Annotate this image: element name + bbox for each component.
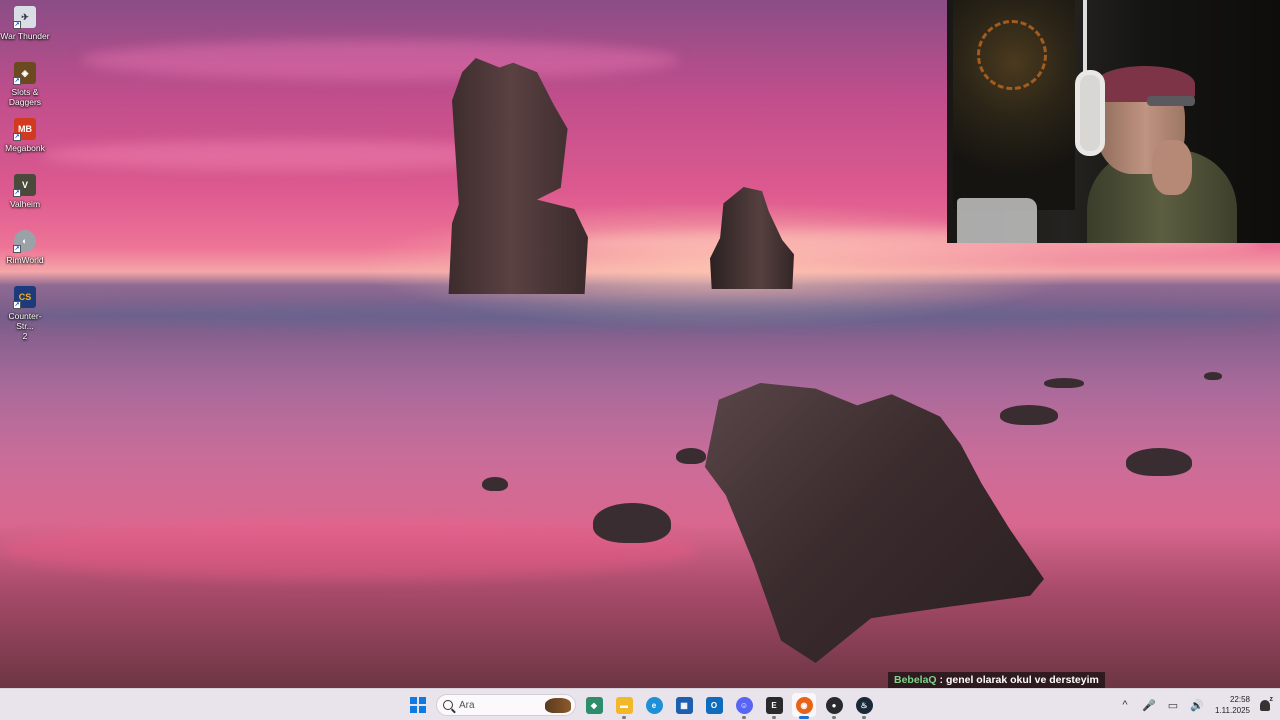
do-not-disturb-bell-icon	[1260, 699, 1270, 711]
webcam-overlay	[947, 0, 1280, 243]
pebble	[676, 448, 706, 464]
discord-icon: ☺	[735, 696, 753, 714]
chat-message: : genel olarak okul ve dersteyim	[936, 674, 1099, 686]
running-indicator	[772, 716, 776, 719]
taskbar-app-discord[interactable]: ☺	[732, 693, 756, 719]
taskbar: ◆ ▬ e ▦ O ☺ E ◉ ● ♨	[0, 688, 1280, 720]
megabonk-icon: MB ↗	[13, 118, 36, 141]
desktop-icon-rimworld[interactable]: ◐ ↗ RimWorld	[0, 230, 50, 265]
taskbar-app-store[interactable]: ▦	[672, 693, 696, 717]
running-indicator	[622, 716, 626, 719]
microphone-icon[interactable]: 🎤	[1139, 695, 1159, 715]
desktop-icon-slots-daggers[interactable]: ◈ ↗ Slots & Daggers	[0, 62, 50, 107]
steam-icon: ♨	[855, 696, 873, 714]
clock-time: 22:58	[1229, 695, 1250, 704]
sea-mist	[0, 300, 1280, 330]
taskbar-app-file-explorer[interactable]: ▬	[612, 693, 636, 719]
system-tray: ^ 🎤 ▭ 🔊 22:58 1.11.2025 z	[1113, 689, 1280, 720]
search-icon	[443, 700, 453, 710]
pebble	[482, 477, 508, 491]
desktop-icon-label: RimWorld	[6, 255, 44, 265]
epic-games-icon: E	[765, 696, 783, 714]
webcam-chair	[957, 198, 1037, 243]
pebble	[1044, 378, 1084, 388]
clock-date: 1.11.2025	[1215, 706, 1250, 715]
store-icon: ▦	[675, 696, 693, 714]
desktop-icon-valheim[interactable]: V ↗ Valheim	[0, 174, 50, 209]
taskbar-app-epic-games[interactable]: E	[762, 693, 786, 719]
cloud-streak	[80, 40, 680, 80]
desktop-icon-label: Counter-Str... 2	[8, 311, 42, 341]
pebble	[1126, 448, 1192, 476]
notifications-button[interactable]: z	[1256, 696, 1274, 714]
foreground-rock	[704, 383, 1044, 663]
war-thunder-icon: ✈ ↗	[13, 6, 36, 29]
sea-stack-left	[448, 58, 588, 294]
search-input[interactable]	[459, 699, 539, 711]
desktop-icon-label: Megabonk	[5, 143, 45, 153]
slots-daggers-icon: ◈ ↗	[13, 62, 36, 85]
taskbar-app-obs[interactable]: ●	[822, 693, 846, 719]
taskbar-app-edge[interactable]: e	[642, 693, 666, 717]
network-icon[interactable]: ▭	[1163, 695, 1183, 715]
firefox-icon: ◉	[795, 696, 813, 714]
webcam-tapestry-sun	[977, 20, 1047, 90]
desktop-icon-label: Valheim	[9, 199, 41, 209]
obs-icon: ●	[825, 696, 843, 714]
taskbar-app-outlook[interactable]: O	[702, 693, 726, 717]
webcam-cap-brim	[1147, 96, 1195, 106]
pebble	[1000, 405, 1058, 425]
copilot-icon: ◆	[585, 696, 603, 714]
folder-icon: ▬	[615, 696, 633, 714]
counter-strike-icon: CS ↗	[13, 286, 36, 309]
running-indicator	[832, 716, 836, 719]
show-hidden-icons-chevron-icon[interactable]: ^	[1115, 695, 1135, 715]
desktop-icon-label: War Thunder	[0, 31, 50, 41]
pebble	[1204, 372, 1222, 380]
desktop-icon-counter-strike[interactable]: CS ↗ Counter-Str... 2	[0, 286, 50, 341]
taskbar-search[interactable]	[436, 694, 576, 716]
outlook-icon: O	[705, 696, 723, 714]
running-indicator	[742, 716, 746, 719]
start-button[interactable]	[406, 693, 430, 717]
search-highlight-bison-icon	[545, 698, 571, 713]
taskbar-app-steam[interactable]: ♨	[852, 693, 876, 719]
windows-logo-icon	[410, 697, 426, 713]
active-indicator	[799, 716, 809, 719]
taskbar-app-firefox[interactable]: ◉	[792, 693, 816, 719]
running-indicator	[862, 716, 866, 719]
volume-icon[interactable]: 🔊	[1187, 695, 1207, 715]
rimworld-icon: ◐ ↗	[13, 230, 36, 253]
taskbar-clock[interactable]: 22:58 1.11.2025	[1215, 694, 1250, 716]
desktop-icon-label: Slots & Daggers	[8, 87, 42, 107]
do-not-disturb-z-icon: z	[1269, 696, 1274, 703]
desktop-icon-war-thunder[interactable]: ✈ ↗ War Thunder	[0, 6, 50, 41]
desktop-icon-megabonk[interactable]: MB ↗ Megabonk	[0, 118, 50, 153]
edge-icon: e	[645, 696, 663, 714]
pebble	[593, 503, 671, 543]
valheim-icon: V ↗	[13, 174, 36, 197]
taskbar-app-copilot[interactable]: ◆	[582, 693, 606, 717]
webcam-headset	[1075, 70, 1105, 156]
webcam-streamer-hand	[1152, 140, 1192, 195]
taskbar-center: ◆ ▬ e ▦ O ☺ E ◉ ● ♨	[406, 692, 876, 719]
chat-username: BebelaQ	[894, 674, 937, 686]
